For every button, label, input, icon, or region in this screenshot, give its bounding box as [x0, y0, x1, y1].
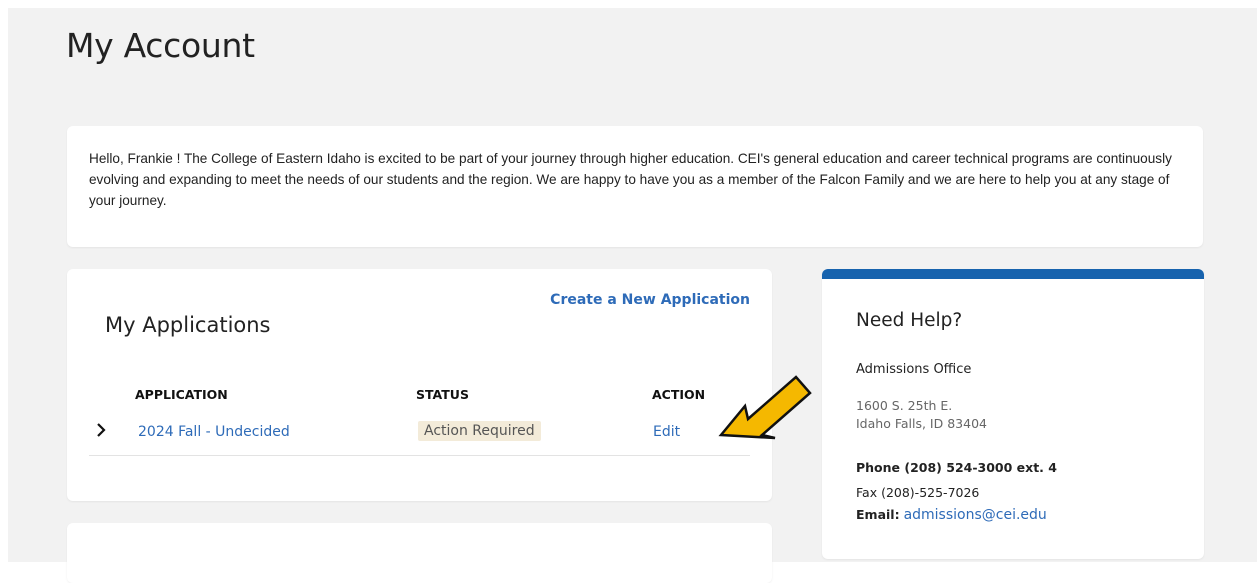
email-label: Email: [856, 507, 900, 522]
edit-application-link[interactable]: Edit [653, 424, 680, 440]
office-address: 1600 S. 25th E. Idaho Falls, ID 83404 [856, 397, 987, 433]
applications-title: My Applications [105, 313, 271, 337]
applications-card: My Applications Create a New Application… [67, 269, 772, 501]
welcome-card: Hello, Frankie ! The College of Eastern … [67, 126, 1203, 247]
address-line-2: Idaho Falls, ID 83404 [856, 416, 987, 431]
email-link[interactable]: admissions@cei.edu [904, 507, 1047, 523]
address-line-1: 1600 S. 25th E. [856, 398, 953, 413]
arrow-annotation-icon [718, 375, 812, 440]
welcome-message: Hello, Frankie ! The College of Eastern … [89, 151, 1172, 208]
status-badge: Action Required [418, 421, 541, 441]
fax-number: Fax (208)-525-7026 [856, 485, 980, 500]
chevron-right-icon[interactable] [93, 422, 109, 438]
phone-number: Phone (208) 524-3000 ext. 4 [856, 460, 1057, 475]
email-row: Email: admissions@cei.edu [856, 507, 1047, 523]
next-card [67, 523, 772, 583]
help-accent-bar [822, 269, 1204, 279]
column-header-status: STATUS [416, 387, 469, 402]
application-name-link[interactable]: 2024 Fall - Undecided [138, 424, 290, 440]
page-title: My Account [66, 26, 255, 65]
create-new-application-link[interactable]: Create a New Application [550, 292, 750, 308]
admissions-office-label: Admissions Office [856, 362, 972, 377]
help-title: Need Help? [856, 310, 963, 331]
application-row: 2024 Fall - Undecided Action Required Ed… [89, 417, 750, 456]
need-help-card: Need Help? Admissions Office 1600 S. 25t… [822, 269, 1204, 559]
column-header-action: ACTION [652, 387, 706, 402]
column-header-application: APPLICATION [135, 387, 228, 402]
